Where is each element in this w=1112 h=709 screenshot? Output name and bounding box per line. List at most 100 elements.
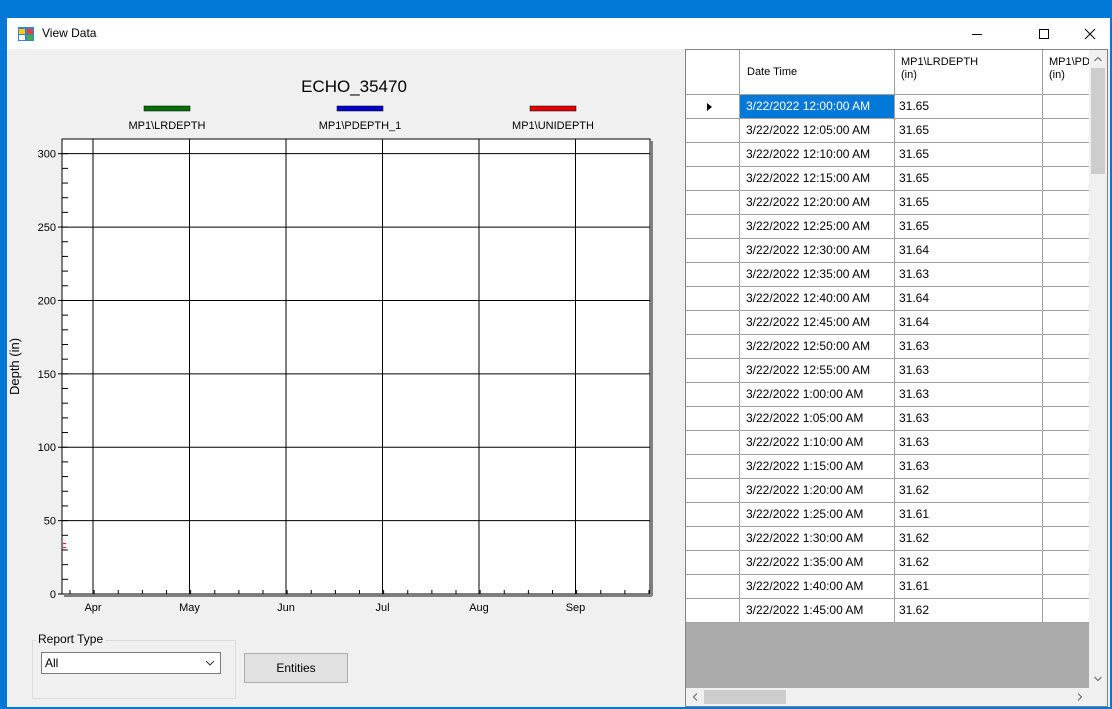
column-header-datetime[interactable]: Date Time: [740, 50, 895, 95]
report-type-select[interactable]: All: [41, 652, 221, 674]
row-header-cell[interactable]: [686, 311, 740, 335]
row-header-cell[interactable]: [686, 599, 740, 623]
cell-pdepth[interactable]: [1043, 551, 1089, 575]
cell-lrdepth[interactable]: 31.65: [895, 191, 1043, 215]
table-row[interactable]: 3/22/2022 1:15:00 AM 31.63: [686, 455, 1089, 479]
table-row[interactable]: 3/22/2022 1:00:00 AM 31.63: [686, 383, 1089, 407]
cell-pdepth[interactable]: [1043, 239, 1089, 263]
scroll-right-button[interactable]: [1071, 688, 1089, 706]
cell-datetime[interactable]: 3/22/2022 1:45:00 AM: [740, 599, 895, 623]
cell-pdepth[interactable]: [1043, 479, 1089, 503]
row-header-cell[interactable]: [686, 239, 740, 263]
cell-lrdepth[interactable]: 31.65: [895, 95, 1043, 119]
cell-datetime[interactable]: 3/22/2022 1:05:00 AM: [740, 407, 895, 431]
row-header-cell[interactable]: [686, 287, 740, 311]
cell-datetime[interactable]: 3/22/2022 12:45:00 AM: [740, 311, 895, 335]
row-header-cell[interactable]: [686, 455, 740, 479]
table-row[interactable]: 3/22/2022 1:30:00 AM 31.62: [686, 527, 1089, 551]
cell-lrdepth[interactable]: 31.64: [895, 239, 1043, 263]
close-button[interactable]: [1070, 18, 1110, 49]
cell-datetime[interactable]: 3/22/2022 1:20:00 AM: [740, 479, 895, 503]
cell-pdepth[interactable]: [1043, 359, 1089, 383]
table-row[interactable]: 3/22/2022 1:45:00 AM 31.62: [686, 599, 1089, 623]
cell-lrdepth[interactable]: 31.61: [895, 575, 1043, 599]
table-row[interactable]: 3/22/2022 12:30:00 AM 31.64: [686, 239, 1089, 263]
maximize-button[interactable]: [1024, 18, 1064, 49]
cell-pdepth[interactable]: [1043, 167, 1089, 191]
cell-datetime[interactable]: 3/22/2022 1:25:00 AM: [740, 503, 895, 527]
vertical-scrollbar[interactable]: [1089, 50, 1107, 688]
entities-button[interactable]: Entities: [244, 653, 348, 683]
cell-datetime[interactable]: 3/22/2022 12:20:00 AM: [740, 191, 895, 215]
cell-pdepth[interactable]: [1043, 431, 1089, 455]
row-header-cell[interactable]: [686, 167, 740, 191]
horizontal-scroll-thumb[interactable]: [704, 690, 786, 704]
row-header-cell[interactable]: [686, 119, 740, 143]
cell-datetime[interactable]: 3/22/2022 12:10:00 AM: [740, 143, 895, 167]
row-header-cell[interactable]: [686, 335, 740, 359]
scroll-down-button[interactable]: [1089, 670, 1107, 688]
table-row[interactable]: 3/22/2022 1:20:00 AM 31.62: [686, 479, 1089, 503]
cell-lrdepth[interactable]: 31.64: [895, 287, 1043, 311]
cell-datetime[interactable]: 3/22/2022 1:10:00 AM: [740, 431, 895, 455]
cell-lrdepth[interactable]: 31.61: [895, 503, 1043, 527]
table-row[interactable]: 3/22/2022 12:10:00 AM 31.65: [686, 143, 1089, 167]
cell-pdepth[interactable]: [1043, 119, 1089, 143]
row-header-cell[interactable]: [686, 215, 740, 239]
table-row[interactable]: 3/22/2022 12:15:00 AM 31.65: [686, 167, 1089, 191]
cell-pdepth[interactable]: [1043, 575, 1089, 599]
table-row[interactable]: 3/22/2022 12:00:00 AM 31.65: [686, 95, 1089, 119]
cell-pdepth[interactable]: [1043, 191, 1089, 215]
cell-lrdepth[interactable]: 31.63: [895, 455, 1043, 479]
cell-lrdepth[interactable]: 31.62: [895, 599, 1043, 623]
table-row[interactable]: 3/22/2022 1:40:00 AM 31.61: [686, 575, 1089, 599]
cell-lrdepth[interactable]: 31.65: [895, 215, 1043, 239]
cell-datetime[interactable]: 3/22/2022 1:00:00 AM: [740, 383, 895, 407]
cell-pdepth[interactable]: [1043, 263, 1089, 287]
cell-lrdepth[interactable]: 31.65: [895, 167, 1043, 191]
row-header-cell[interactable]: [686, 191, 740, 215]
cell-datetime[interactable]: 3/22/2022 12:25:00 AM: [740, 215, 895, 239]
cell-pdepth[interactable]: [1043, 407, 1089, 431]
table-row[interactable]: 3/22/2022 12:40:00 AM 31.64: [686, 287, 1089, 311]
cell-pdepth[interactable]: [1043, 215, 1089, 239]
cell-pdepth[interactable]: [1043, 287, 1089, 311]
scroll-left-button[interactable]: [686, 688, 704, 706]
row-header-cell[interactable]: [686, 359, 740, 383]
cell-pdepth[interactable]: [1043, 599, 1089, 623]
cell-pdepth[interactable]: [1043, 95, 1089, 119]
column-header-lrdepth[interactable]: MP1\LRDEPTH (in): [895, 50, 1043, 95]
table-row[interactable]: 3/22/2022 1:35:00 AM 31.62: [686, 551, 1089, 575]
cell-lrdepth[interactable]: 31.63: [895, 407, 1043, 431]
cell-pdepth[interactable]: [1043, 143, 1089, 167]
cell-pdepth[interactable]: [1043, 383, 1089, 407]
cell-datetime[interactable]: 3/22/2022 12:05:00 AM: [740, 119, 895, 143]
cell-pdepth[interactable]: [1043, 527, 1089, 551]
cell-pdepth[interactable]: [1043, 503, 1089, 527]
table-row[interactable]: 3/22/2022 1:10:00 AM 31.63: [686, 431, 1089, 455]
row-header-cell[interactable]: [686, 143, 740, 167]
cell-datetime[interactable]: 3/22/2022 12:35:00 AM: [740, 263, 895, 287]
row-header-cell[interactable]: [686, 575, 740, 599]
horizontal-scrollbar[interactable]: [686, 688, 1089, 706]
row-header-cell[interactable]: [686, 527, 740, 551]
cell-lrdepth[interactable]: 31.62: [895, 479, 1043, 503]
table-row[interactable]: 3/22/2022 1:05:00 AM 31.63: [686, 407, 1089, 431]
cell-lrdepth[interactable]: 31.63: [895, 335, 1043, 359]
vertical-scroll-thumb[interactable]: [1091, 68, 1105, 174]
table-row[interactable]: 3/22/2022 12:05:00 AM 31.65: [686, 119, 1089, 143]
cell-datetime[interactable]: 3/22/2022 1:30:00 AM: [740, 527, 895, 551]
cell-datetime[interactable]: 3/22/2022 12:00:00 AM: [740, 95, 895, 119]
title-bar[interactable]: View Data: [7, 18, 1110, 49]
cell-lrdepth[interactable]: 31.65: [895, 143, 1043, 167]
cell-datetime[interactable]: 3/22/2022 12:50:00 AM: [740, 335, 895, 359]
table-row[interactable]: 3/22/2022 12:25:00 AM 31.65: [686, 215, 1089, 239]
column-header-pdepth[interactable]: MP1\PD (in): [1043, 50, 1089, 95]
cell-lrdepth[interactable]: 31.62: [895, 527, 1043, 551]
minimize-button[interactable]: [957, 18, 997, 49]
table-row[interactable]: 3/22/2022 1:25:00 AM 31.61: [686, 503, 1089, 527]
cell-lrdepth[interactable]: 31.63: [895, 431, 1043, 455]
cell-datetime[interactable]: 3/22/2022 1:35:00 AM: [740, 551, 895, 575]
data-grid[interactable]: Date Time MP1\LRDEPTH (in) MP1\PD (in) 3…: [685, 49, 1108, 707]
cell-datetime[interactable]: 3/22/2022 12:15:00 AM: [740, 167, 895, 191]
